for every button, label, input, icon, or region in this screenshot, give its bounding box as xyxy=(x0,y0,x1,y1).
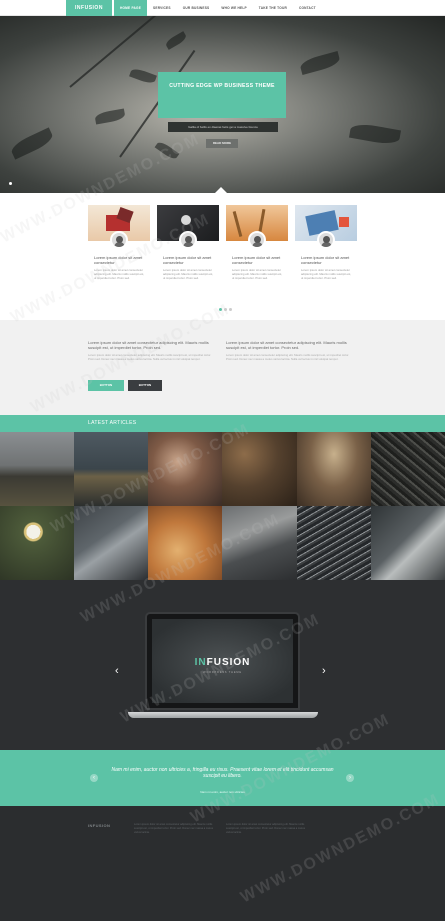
avatar xyxy=(317,231,335,249)
avatar xyxy=(110,231,128,249)
secondary-button[interactable]: BUTTON xyxy=(128,380,162,391)
footer: INFUSION Lorem ipsum dolor sit amet cons… xyxy=(0,806,445,921)
article-gallery xyxy=(0,432,445,580)
article-tile[interactable] xyxy=(222,506,297,580)
intro-column-right: Lorem ipsum dolor sit amet consectetur a… xyxy=(226,340,356,361)
menu-item-our-business[interactable]: OUR BUSINESS xyxy=(177,0,216,16)
hero-leaf xyxy=(348,121,402,147)
article-tile[interactable] xyxy=(148,432,223,506)
card-text: Lorem ipsum dolor sit amet consectetur a… xyxy=(232,268,283,280)
laptop-base xyxy=(128,712,318,718)
hero-slider: CUTTING EDGE WP BUSINESS THEME Gallia of… xyxy=(0,16,445,193)
hero-title: CUTTING EDGE WP BUSINESS THEME xyxy=(158,72,286,118)
article-tile[interactable] xyxy=(0,506,75,580)
laptop-mockup: INFUSION WORDPRESS THEME xyxy=(145,612,300,710)
slider-dot[interactable] xyxy=(9,182,12,185)
chevron-right-icon[interactable]: › xyxy=(346,774,354,782)
screen-brand: INFUSION xyxy=(152,657,293,668)
card-image-shape xyxy=(339,217,349,227)
card-title: Lorem ipsum dolor sit amet consectetur xyxy=(163,255,212,265)
avatar xyxy=(248,231,266,249)
card-title: Lorem ipsum dolor sit amet consectetur xyxy=(94,255,143,265)
intro-section: Lorem ipsum dolor sit amet consectetur a… xyxy=(0,320,445,415)
article-tile[interactable] xyxy=(148,506,223,580)
chevron-left-icon[interactable]: ‹ xyxy=(90,774,98,782)
card-title: Lorem ipsum dolor sit amet consectetur xyxy=(301,255,350,265)
article-tile[interactable] xyxy=(222,432,297,506)
feature-card[interactable]: Lorem ipsum dolor sit amet consectetur L… xyxy=(226,205,288,305)
logo[interactable]: INFUSION xyxy=(66,0,112,16)
intro-text: Lorem ipsum dolor sit amet consectetur a… xyxy=(226,353,350,361)
chevron-left-icon[interactable]: ‹ xyxy=(115,666,119,677)
menu-item-who-we-help[interactable]: WHO WE HELP xyxy=(215,0,252,16)
card-image-shape xyxy=(232,211,243,237)
screen-brand-sub: WORDPRESS THEME xyxy=(203,671,242,674)
laptop-screen: INFUSION WORDPRESS THEME xyxy=(152,619,293,703)
article-tile[interactable] xyxy=(0,432,75,506)
feature-card[interactable]: Lorem ipsum dolor sit amet consectetur L… xyxy=(157,205,219,305)
hero-leaf xyxy=(129,66,157,86)
card-image-shape xyxy=(181,215,191,225)
primary-button[interactable]: BUTTON xyxy=(88,380,124,391)
top-nav: INFUSION HOME PAGE SERVICES OUR BUSINESS… xyxy=(0,0,445,16)
intro-column-left: Lorem ipsum dolor sit amet consectetur a… xyxy=(88,340,218,361)
feature-cards: Lorem ipsum dolor sit amet consectetur L… xyxy=(88,205,358,305)
intro-heading: Lorem ipsum dolor sit amet consectetur a… xyxy=(88,340,209,350)
articles-header: LATEST ARTICLES xyxy=(0,415,445,432)
card-text: Lorem ipsum dolor sit amet consectetur a… xyxy=(301,268,352,280)
article-tile[interactable] xyxy=(370,506,445,580)
article-tile[interactable] xyxy=(296,432,371,506)
footer-text: Lorem ipsum dolor sit amet consectetur a… xyxy=(226,823,306,834)
menu-item-home[interactable]: HOME PAGE xyxy=(114,0,148,16)
article-tile[interactable] xyxy=(296,506,371,580)
quote-text: Nam mi enim, auctor non ultricies a, fri… xyxy=(111,767,334,779)
pagination-dot[interactable] xyxy=(219,308,222,311)
read-more-button[interactable]: READ MORE xyxy=(206,139,238,148)
pagination-dot[interactable] xyxy=(224,308,227,311)
menu-item-take-the-tour[interactable]: TAKE THE TOUR xyxy=(253,0,293,16)
footer-text: Lorem ipsum dolor sit amet consectetur a… xyxy=(134,823,214,834)
card-text: Lorem ipsum dolor sit amet consectetur a… xyxy=(94,268,145,280)
main-menu: HOME PAGE SERVICES OUR BUSINESS WHO WE H… xyxy=(114,0,322,16)
brand-rest: FUSION xyxy=(206,657,251,668)
hero-subtitle: Gallia of bellis ex diaeras facis get a … xyxy=(168,122,278,132)
card-pagination xyxy=(219,308,232,311)
intro-text: Lorem ipsum dolor sit amet consectetur a… xyxy=(88,353,212,361)
hero-leaf xyxy=(94,108,126,125)
avatar xyxy=(179,231,197,249)
hero-leaf xyxy=(154,139,180,162)
menu-item-contact[interactable]: CONTACT xyxy=(293,0,322,16)
card-title: Lorem ipsum dolor sit amet consectetur xyxy=(232,255,281,265)
chevron-right-icon[interactable]: › xyxy=(322,666,326,677)
showcase-section: INFUSION WORDPRESS THEME ‹ › xyxy=(0,580,445,750)
article-tile[interactable] xyxy=(74,506,149,580)
article-tile[interactable] xyxy=(74,432,149,506)
brand-accent: IN xyxy=(194,657,207,668)
hero-leaf xyxy=(164,31,188,50)
menu-item-services[interactable]: SERVICES xyxy=(147,0,177,16)
testimonial-section: ‹ Nam mi enim, auctor non ultricies a, f… xyxy=(0,750,445,806)
hero-pointer xyxy=(215,187,227,193)
hero-leaf xyxy=(298,51,342,75)
pagination-dot[interactable] xyxy=(229,308,232,311)
footer-logo[interactable]: INFUSION xyxy=(88,823,110,828)
card-text: Lorem ipsum dolor sit amet consectetur a… xyxy=(163,268,214,280)
feature-card[interactable]: Lorem ipsum dolor sit amet consectetur L… xyxy=(88,205,150,305)
hero-leaf xyxy=(8,127,56,160)
intro-heading: Lorem ipsum dolor sit amet consectetur a… xyxy=(226,340,347,350)
article-tile[interactable] xyxy=(370,432,445,506)
feature-card[interactable]: Lorem ipsum dolor sit amet consectetur L… xyxy=(295,205,357,305)
articles-heading: LATEST ARTICLES xyxy=(88,420,137,426)
quote-author: Nam mi enim, auctor non ultricies xyxy=(200,790,245,794)
